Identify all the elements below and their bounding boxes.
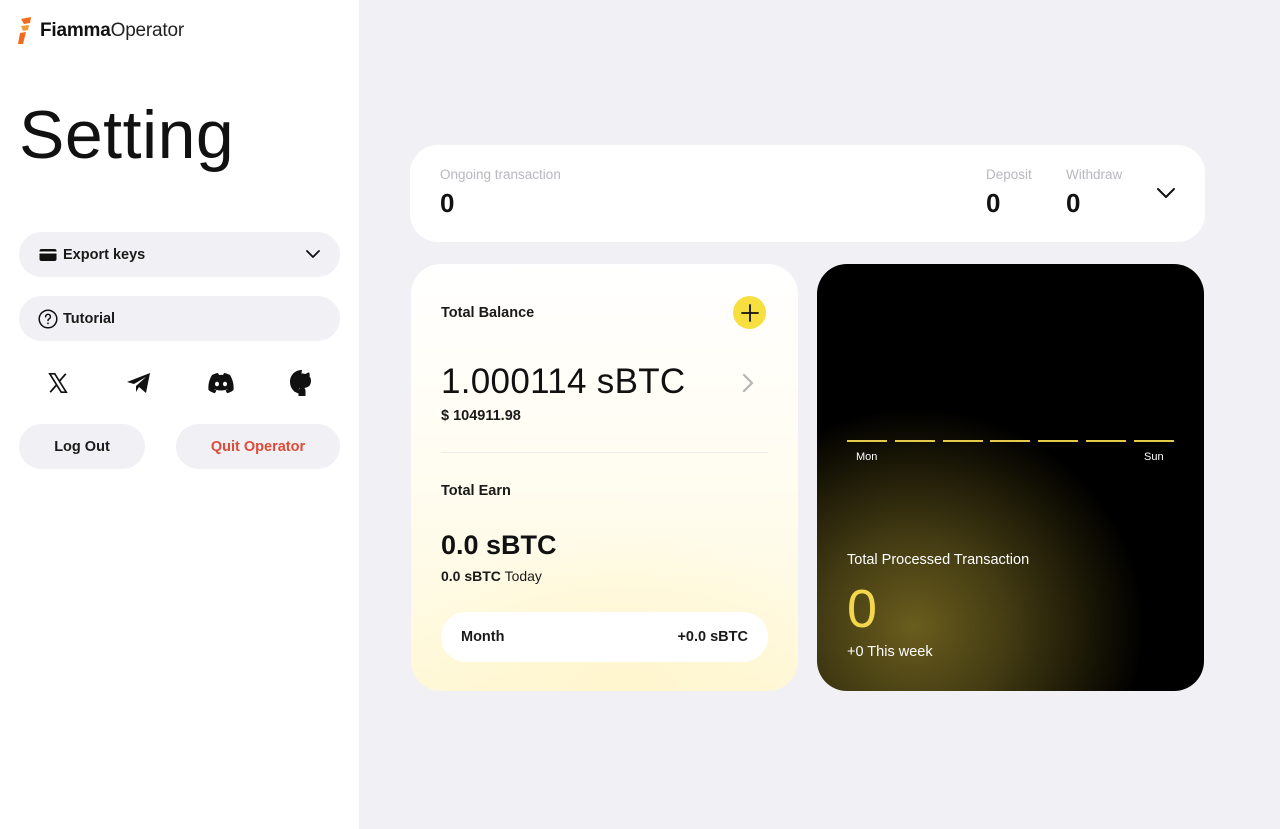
question-circle-icon [38,308,58,329]
ongoing-transaction-label: Ongoing transaction [440,167,561,182]
earn-today: 0.0 sBTC Today [441,568,542,584]
week-bar [1038,440,1079,442]
day-start-label: Mon [856,451,878,463]
page-title: Setting [19,97,235,173]
total-balance-usd: $ 104911.98 [441,408,521,424]
month-label: Month [461,629,505,645]
flame-logo-icon [18,17,31,44]
product-name: Operator [110,20,185,41]
balance-card: Total Balance 1.000114 sBTC $ 104911.98 … [411,264,798,691]
discord-icon[interactable] [203,368,239,398]
withdraw-value: 0 [1066,188,1081,218]
add-button[interactable] [733,296,766,329]
chevron-right-icon[interactable] [741,372,755,399]
social-links [40,368,320,398]
week-bar [894,440,935,442]
total-processed-label: Total Processed Transaction [847,552,1030,568]
processed-this-week: +0 This week [847,644,933,660]
week-bar [1086,440,1127,442]
week-bar [990,440,1031,442]
chevron-down-icon[interactable] [1155,183,1177,208]
total-balance-label: Total Balance [441,305,535,321]
log-out-button[interactable]: Log Out [19,424,145,469]
export-keys-dropdown[interactable]: Export keys [19,232,340,277]
plus-icon [740,303,759,322]
brand-name: Fiamma [40,20,111,41]
export-keys-label: Export keys [63,246,146,263]
earn-today-suffix: Today [504,568,542,584]
earn-today-value: 0.0 sBTC [441,568,501,584]
card-icon [38,245,58,265]
deposit-value: 0 [986,188,1001,218]
quit-operator-button[interactable]: Quit Operator [176,424,340,469]
total-earn-label: Total Earn [441,483,511,499]
week-bar [847,440,887,442]
divider [441,452,768,453]
tutorial-button[interactable]: Tutorial [19,296,340,341]
total-earn-value: 0.0 sBTC [441,530,557,560]
week-bar [1133,440,1174,442]
total-balance-value: 1.000114 sBTC [441,362,686,401]
logo-text: FiammaOperator [40,20,184,42]
telegram-icon[interactable] [121,368,157,398]
month-earnings-row[interactable]: Month +0.0 sBTC [441,612,768,662]
month-value: +0.0 sBTC [677,629,748,645]
chevron-down-icon[interactable] [305,246,321,266]
app-logo[interactable]: FiammaOperator [18,17,184,45]
tutorial-label: Tutorial [63,310,116,327]
day-end-label: Sun [1144,451,1164,463]
sidebar: FiammaOperator Setting Export keys Tutor… [0,0,359,829]
transaction-summary-card: Ongoing transaction 0 Deposit 0 Withdraw… [410,145,1205,242]
weekly-bar-chart [847,440,1174,442]
withdraw-label: Withdraw [1066,167,1123,182]
x-icon[interactable] [40,368,76,398]
week-bar [942,440,983,442]
processed-transactions-card: Mon Sun Total Processed Transaction 0 +0… [817,264,1204,691]
ongoing-transaction-value: 0 [440,188,455,218]
github-icon[interactable] [284,368,320,398]
deposit-label: Deposit [986,167,1032,182]
total-processed-value: 0 [847,579,878,639]
